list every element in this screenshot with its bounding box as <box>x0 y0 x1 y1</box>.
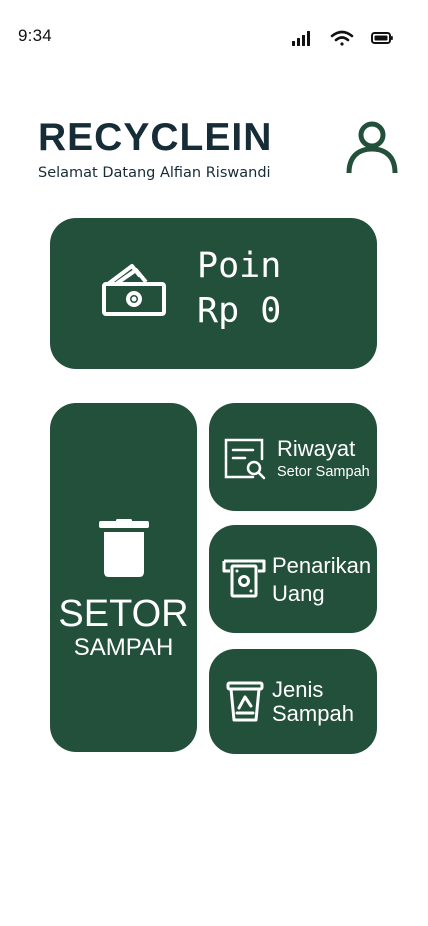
setor-sampah-button[interactable]: SETOR SAMPAH <box>50 403 197 752</box>
jenis-sampah-button[interactable]: Jenis Sampah <box>209 649 377 754</box>
setor-title: SETOR <box>58 593 189 635</box>
trash-icon <box>99 519 149 577</box>
battery-icon <box>371 32 393 44</box>
penarikan-uang-button[interactable]: Penarikan Uang <box>209 525 377 633</box>
penarikan-line1: Penarikan <box>272 553 372 578</box>
penarikan-line2: Uang <box>272 581 325 606</box>
status-time: 9:34 <box>18 26 52 45</box>
status-icons <box>292 30 393 46</box>
riwayat-title: Riwayat <box>277 436 356 461</box>
points-value: Rp 0 <box>197 291 282 331</box>
welcome-text: Selamat Datang Alfian Riswandi <box>38 165 271 181</box>
setor-subtitle: SAMPAH <box>73 634 174 661</box>
wifi-icon <box>330 30 354 46</box>
signal-icon <box>292 31 310 46</box>
jenis-line1: Jenis <box>272 677 324 702</box>
user-icon[interactable] <box>344 118 400 176</box>
document-search-icon <box>224 438 266 480</box>
jenis-line2: Sampah <box>272 701 354 726</box>
riwayat-button[interactable]: Riwayat Setor Sampah <box>209 403 377 511</box>
app-title: RECYCLEIN <box>38 116 273 159</box>
money-icon <box>102 264 166 316</box>
atm-withdraw-icon <box>222 559 266 598</box>
recycle-bin-icon <box>226 681 264 722</box>
points-card[interactable]: Poin Rp 0 <box>50 218 377 369</box>
riwayat-subtitle: Setor Sampah <box>277 464 370 480</box>
points-label: Poin <box>197 246 282 286</box>
